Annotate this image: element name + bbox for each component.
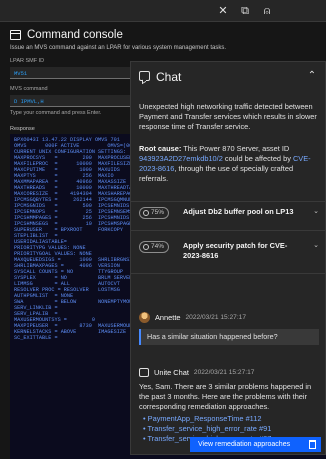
root-cause-text-2: could be affected by bbox=[222, 154, 293, 163]
confidence-icon bbox=[143, 210, 149, 216]
chat-intro-message: Unexpected high networking traffic detec… bbox=[139, 102, 317, 131]
mvs-command-label: MVS command bbox=[10, 86, 48, 92]
chat-header: Chat ⌃ bbox=[131, 62, 325, 92]
timestamp: 2022/03/21 15:27:17 bbox=[193, 368, 255, 376]
confidence-badge: 74% bbox=[139, 241, 170, 253]
trash-icon bbox=[309, 440, 316, 449]
confidence-icon bbox=[143, 244, 149, 250]
bot-message-header: Unite Chat 2022/03/21 15:27:17 bbox=[139, 366, 254, 378]
timestamp: 2022/03/21 15:27:17 bbox=[185, 313, 246, 321]
collapse-chevron-icon[interactable]: ⌃ bbox=[305, 69, 319, 83]
action-label: Apply security patch for CVE-2023-8616 bbox=[183, 241, 288, 260]
confidence-badge: 75% bbox=[139, 207, 170, 219]
list-item[interactable]: PaymentApp_ResponseTime #112 bbox=[143, 414, 271, 424]
console-title: Command console bbox=[27, 29, 123, 41]
close-icon[interactable]: ✕ bbox=[212, 0, 234, 22]
view-remediation-button[interactable]: View remediation approaches bbox=[190, 437, 321, 452]
terminal-icon bbox=[10, 30, 21, 40]
list-item[interactable]: Transfer_service_high_error_rate #91 bbox=[143, 424, 272, 434]
action-label: Adjust Db2 buffer pool on LP13 bbox=[183, 207, 294, 216]
pane-switch-icon[interactable]: ⧉ bbox=[234, 0, 256, 22]
divider bbox=[131, 273, 325, 274]
avatar bbox=[139, 311, 150, 323]
chevron-down-icon[interactable]: ⌄ bbox=[313, 207, 319, 215]
lpar-label: LPAR SMF ID bbox=[10, 58, 45, 64]
bot-name: Unite Chat bbox=[154, 367, 189, 377]
console-title-row: Command console bbox=[10, 27, 123, 43]
root-cause-text-1: This Power 870 Server, asset ID bbox=[181, 144, 290, 153]
root-cause-message: Root cause: This Power 870 Server, asset… bbox=[139, 144, 321, 184]
top-bar: ✕ ⧉ ⍝ bbox=[0, 0, 326, 22]
chevron-down-icon[interactable]: ⌄ bbox=[313, 241, 319, 249]
root-cause-label: Root cause: bbox=[139, 144, 182, 153]
divider bbox=[131, 230, 325, 231]
chat-bot-icon bbox=[139, 367, 149, 377]
console-description: Issue an MVS command against an LPAR for… bbox=[10, 45, 226, 51]
chat-icon bbox=[139, 71, 150, 81]
user-message: Has a similar situation happened before? bbox=[139, 329, 319, 345]
chat-title: Chat bbox=[156, 70, 182, 84]
user-profile-icon[interactable]: ⍝ bbox=[256, 0, 278, 22]
user-name: Annette bbox=[155, 312, 181, 322]
user-message-header: Annette 2022/03/21 15:27:17 bbox=[139, 311, 246, 323]
chat-panel: Chat ⌃ Unexpected high networking traffi… bbox=[130, 61, 326, 455]
bot-message: Yes, Sam. There are 3 similar problems h… bbox=[139, 382, 312, 411]
asset-id-link[interactable]: 943923A2D27emkdb10/2 bbox=[139, 154, 223, 163]
divider bbox=[131, 201, 325, 202]
response-label: Response bbox=[10, 126, 35, 132]
command-hint: Type your command and press Enter. bbox=[10, 110, 102, 116]
